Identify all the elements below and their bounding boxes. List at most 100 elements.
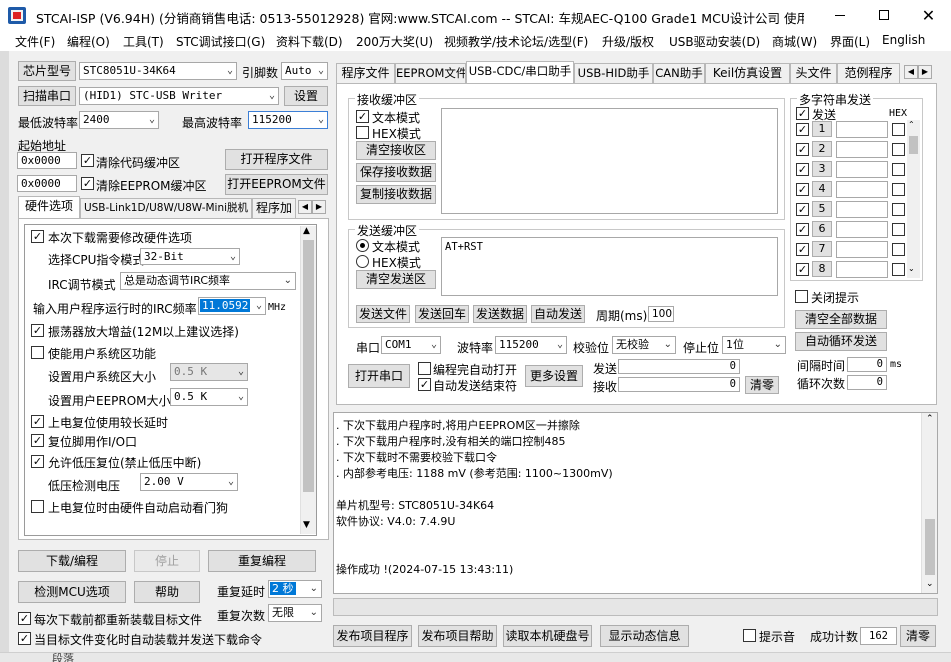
code-addr-input[interactable]: 0x0000 [17, 152, 77, 169]
clear-send-button[interactable]: 清空发送区 [356, 270, 436, 289]
multi-send-scrollbar[interactable]: ⌃ ⌄ [907, 120, 920, 278]
tab-usb-hid[interactable]: USB-HID助手 [574, 63, 653, 83]
read-disk-id-button[interactable]: 读取本机硬盘号 [503, 625, 592, 647]
menu-english[interactable]: English [882, 33, 925, 47]
auto-send-checkbox[interactable]: ✓ [18, 632, 31, 645]
multi-row-send-checkbox[interactable]: ✓ [796, 203, 809, 216]
multi-row-number-button[interactable]: 5 [812, 201, 832, 217]
sys-area-checkbox[interactable] [31, 346, 44, 359]
repeat-program-button[interactable]: 重复编程 [208, 550, 316, 572]
port-combo[interactable]: (HID1) STC-USB Writer ⌄ [79, 87, 279, 105]
maximize-icon[interactable] [862, 0, 906, 31]
tab-program-file[interactable]: 程序文件 [336, 63, 395, 83]
scroll-down-icon[interactable]: ▼ [303, 520, 310, 530]
log-scrollbar[interactable]: ⌃ ⌄ [921, 413, 937, 593]
max-baud-combo[interactable]: 115200 ⌄ [248, 111, 328, 129]
tab-eeprom-file[interactable]: EEPROM文件 [395, 63, 466, 83]
cpu-mode-combo[interactable]: 32-Bit ⌄ [140, 248, 240, 265]
tab-keil-sim[interactable]: Keil仿真设置 [705, 63, 790, 83]
multi-row-input[interactable] [836, 161, 888, 178]
multi-row-send-checkbox[interactable]: ✓ [796, 183, 809, 196]
scroll-thumb[interactable] [925, 519, 935, 575]
open-serial-button[interactable]: 打开串口 [348, 364, 410, 388]
save-recv-button[interactable]: 保存接收数据 [356, 163, 436, 182]
menu-program[interactable]: 编程(O) [67, 33, 110, 50]
scroll-up-icon[interactable]: ⌃ [926, 414, 934, 424]
auto-open-checkbox[interactable] [418, 362, 431, 375]
tab-usb-cdc-serial[interactable]: USB-CDC/串口助手 [466, 61, 574, 83]
scan-port-button[interactable]: 扫描串口 [18, 86, 76, 106]
reset-io-checkbox[interactable]: ✓ [31, 434, 44, 447]
download-program-button[interactable]: 下载/编程 [18, 550, 126, 572]
multi-row-input[interactable] [836, 241, 888, 258]
multi-row-send-checkbox[interactable]: ✓ [796, 163, 809, 176]
copy-recv-button[interactable]: 复制接收数据 [356, 185, 436, 204]
multi-row-hex-checkbox[interactable] [892, 123, 905, 136]
multi-row-hex-checkbox[interactable] [892, 263, 905, 276]
recv-textarea[interactable] [441, 108, 778, 214]
tip-sound-checkbox[interactable] [743, 629, 756, 642]
pins-combo[interactable]: Auto ⌄ [281, 62, 328, 80]
multi-row-number-button[interactable]: 8 [812, 261, 832, 277]
multi-row-input[interactable] [836, 221, 888, 238]
auto-end-checkbox[interactable]: ✓ [418, 378, 431, 391]
reload-checkbox[interactable]: ✓ [18, 612, 31, 625]
open-program-button[interactable]: 打开程序文件 [225, 149, 328, 170]
tab-program-encrypt[interactable]: 程序加 [252, 198, 296, 218]
tab-hardware-options[interactable]: 硬件选项 [18, 196, 80, 218]
clear-count-button[interactable]: 清零 [745, 376, 779, 394]
multi-row-send-checkbox[interactable]: ✓ [796, 123, 809, 136]
scroll-down-icon[interactable]: ⌄ [908, 264, 915, 273]
multi-row-hex-checkbox[interactable] [892, 243, 905, 256]
open-eeprom-button[interactable]: 打开EEPROM文件 [225, 174, 328, 195]
auto-send-button[interactable]: 自动发送 [531, 305, 585, 323]
options-scrollbar[interactable]: ▲ ▼ [300, 226, 316, 534]
multi-row-number-button[interactable]: 4 [812, 181, 832, 197]
log-output[interactable]: . 下次下载用户程序时,将用户EEPROM区一并擦除 . 下次下载用户程序时,没有… [333, 412, 938, 594]
settings-button[interactable]: 设置 [284, 86, 328, 106]
recv-hex-mode-checkbox[interactable] [356, 126, 369, 139]
multi-row-number-button[interactable]: 6 [812, 221, 832, 237]
period-input[interactable]: 100 [648, 306, 674, 322]
multi-row-hex-checkbox[interactable] [892, 203, 905, 216]
scroll-thumb[interactable] [303, 240, 314, 492]
watchdog-checkbox[interactable] [31, 500, 44, 513]
repeat-count-combo[interactable]: 无限 ⌄ [268, 604, 322, 622]
osc-gain-checkbox[interactable]: ✓ [31, 324, 44, 337]
send-hex-mode-radio[interactable] [356, 255, 369, 268]
scroll-up-icon[interactable]: ▲ [303, 226, 310, 236]
help-button[interactable]: 帮助 [134, 581, 200, 603]
multi-row-send-checkbox[interactable]: ✓ [796, 243, 809, 256]
menu-tools[interactable]: 工具(T) [123, 33, 164, 50]
eeprom-addr-input[interactable]: 0x0000 [17, 175, 77, 192]
send-return-button[interactable]: 发送回车 [415, 305, 469, 323]
scroll-down-icon[interactable]: ⌄ [926, 579, 934, 589]
detect-mcu-button[interactable]: 检测MCU选项 [18, 581, 126, 603]
clear-recv-button[interactable]: 清空接收区 [356, 141, 436, 160]
multi-row-number-button[interactable]: 3 [812, 161, 832, 177]
multi-row-number-button[interactable]: 7 [812, 241, 832, 257]
tab-usb-link[interactable]: USB-Link1D/U8W/U8W-Mini脱机 [80, 198, 252, 218]
scroll-up-icon[interactable]: ⌃ [908, 120, 915, 129]
stop-bit-combo[interactable]: 1位 ⌄ [722, 336, 786, 354]
tab-scroll-right-icon[interactable]: ▶ [312, 200, 326, 214]
publish-program-button[interactable]: 发布项目程序 [333, 625, 412, 647]
repeat-delay-combo[interactable]: 2 秒 ⌄ [268, 580, 322, 598]
menu-interface[interactable]: 界面(L) [830, 33, 870, 50]
multi-row-number-button[interactable]: 2 [812, 141, 832, 157]
success-clear-button[interactable]: 清零 [900, 625, 936, 647]
tab-can[interactable]: CAN助手 [653, 63, 705, 83]
tab-header-file[interactable]: 头文件 [790, 63, 837, 83]
more-settings-button[interactable]: 更多设置 [525, 365, 583, 387]
irc-mode-combo[interactable]: 总是动态调节IRC频率 ⌄ [120, 272, 296, 290]
publish-help-button[interactable]: 发布项目帮助 [418, 625, 497, 647]
close-tip-checkbox[interactable] [795, 290, 808, 303]
multi-row-input[interactable] [836, 181, 888, 198]
recv-text-mode-checkbox[interactable]: ✓ [356, 110, 369, 123]
send-file-button[interactable]: 发送文件 [356, 305, 410, 323]
right-tab-scroll-left-icon[interactable]: ◀ [904, 65, 918, 79]
auto-loop-button[interactable]: 自动循环发送 [795, 332, 887, 351]
clear-code-checkbox[interactable]: ✓ [81, 154, 94, 167]
menu-award[interactable]: 200万大奖(U) [356, 33, 433, 50]
multi-row-hex-checkbox[interactable] [892, 183, 905, 196]
